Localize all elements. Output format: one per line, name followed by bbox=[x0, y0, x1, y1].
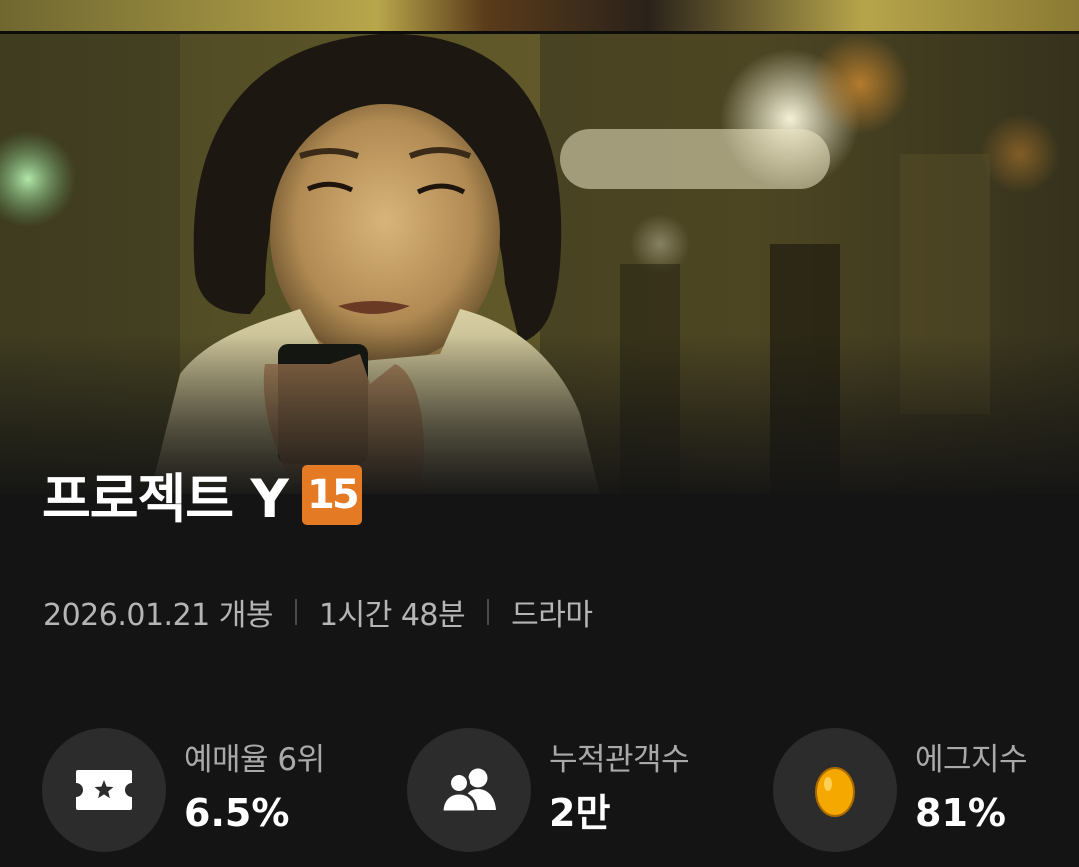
audience-label: 누적관객수 bbox=[549, 742, 690, 778]
audience-icon bbox=[440, 768, 496, 814]
title-row: 프로젝트 Y 15 bbox=[42, 462, 362, 530]
ticket-icon bbox=[76, 770, 132, 810]
egg-index-stat[interactable]: 에그지수 81% bbox=[773, 728, 1028, 852]
meta-divider bbox=[487, 599, 490, 625]
movie-detail-page: 프로젝트 Y 15 2026.01.21 개봉 1시간 48분 드라마 예매율 … bbox=[0, 0, 1079, 867]
egg-icon-circle bbox=[773, 728, 897, 852]
release-date: 2026.01.21 개봉 bbox=[43, 598, 274, 633]
runtime: 1시간 48분 bbox=[319, 598, 466, 633]
audience-value: 2만 bbox=[549, 791, 611, 835]
movie-meta: 2026.01.21 개봉 1시간 48분 드라마 bbox=[43, 592, 593, 633]
movie-poster-still[interactable] bbox=[0, 34, 1079, 494]
ticket-icon-circle bbox=[42, 728, 166, 852]
age-rating-badge: 15 bbox=[301, 465, 362, 525]
egg-index-label: 에그지수 bbox=[915, 742, 1028, 778]
previous-poster-strip bbox=[0, 0, 1079, 34]
movie-title: 프로젝트 Y bbox=[42, 469, 289, 530]
audience-stat[interactable]: 누적관객수 2만 bbox=[407, 728, 690, 852]
egg-index-value: 81% bbox=[915, 791, 1006, 835]
meta-divider bbox=[295, 599, 298, 625]
booking-rate-stat[interactable]: 예매율 6위 6.5% bbox=[42, 728, 325, 852]
booking-rate-value: 6.5% bbox=[184, 791, 290, 835]
genre: 드라마 bbox=[511, 598, 593, 633]
booking-rank-label: 예매율 6위 bbox=[184, 742, 325, 778]
golden-egg-icon bbox=[815, 767, 855, 817]
audience-icon-circle bbox=[407, 728, 531, 852]
